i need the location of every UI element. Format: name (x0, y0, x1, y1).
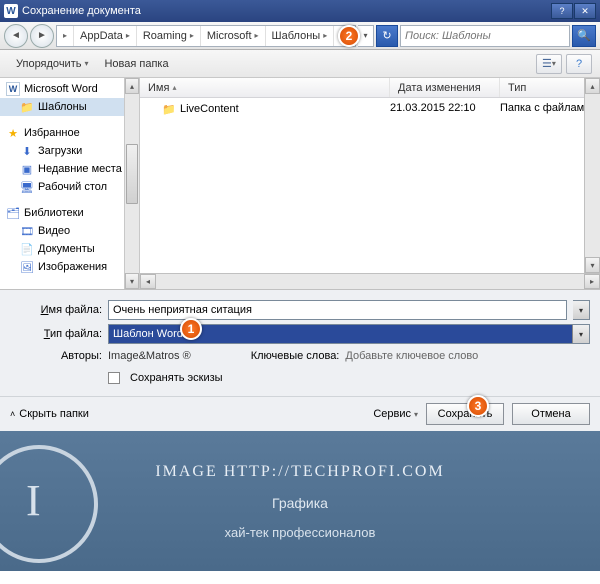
tree-item-templates[interactable]: 📁Шаблоны (0, 98, 139, 116)
list-hscrollbar[interactable]: ◂ ▸ (140, 273, 600, 289)
window-title: Сохранение документа (22, 5, 550, 17)
help-button[interactable]: ? (566, 54, 592, 74)
cancel-button[interactable]: Отмена (512, 403, 590, 425)
tree-item-documents[interactable]: 📄Документы (0, 240, 139, 258)
sort-asc-icon: ▴ (172, 83, 176, 92)
view-options-button[interactable]: ☰ ▾ (536, 54, 562, 74)
breadcrumb-item[interactable]: Microsoft▸ (201, 26, 266, 46)
breadcrumb-root[interactable]: ▸ (57, 26, 74, 46)
chevron-down-icon: ▾ (552, 59, 556, 68)
column-headers: Имя▴ Дата изменения Тип (140, 78, 600, 98)
image-icon: 🖼 (20, 260, 34, 274)
dialog-action-bar: ˄ Скрыть папки Сервис ▾ Сохранить Отмена (0, 396, 600, 431)
tree-item-desktop[interactable]: 🖥Рабочий стол (0, 178, 139, 196)
file-browser-body: WMicrosoft Word 📁Шаблоны ★Избранное ⬇Заг… (0, 78, 600, 290)
scroll-thumb[interactable] (126, 144, 138, 204)
libraries-icon: 🗂 (6, 206, 20, 220)
keywords-label: Ключевые слова: (251, 350, 340, 362)
breadcrumb[interactable]: ▸ AppData▸ Roaming▸ Microsoft▸ Шаблоны▸ (56, 25, 356, 47)
filename-dropdown[interactable]: ▾ (573, 300, 590, 320)
scroll-up-icon[interactable]: ▴ (125, 78, 139, 94)
new-folder-button[interactable]: Новая папка (96, 55, 176, 73)
chevron-down-icon: ▾ (414, 410, 418, 419)
chevron-right-icon: ▸ (255, 31, 259, 40)
scroll-down-icon[interactable]: ▾ (125, 273, 139, 289)
star-icon: ★ (6, 126, 20, 140)
window-titlebar: W Сохранение документа ? ✕ (0, 0, 600, 22)
annotation-marker-3: 3 (467, 395, 489, 417)
folder-icon: 📁 (20, 100, 34, 114)
tree-item-favorites[interactable]: ★Избранное (0, 124, 139, 142)
save-dialog-window: 1 2 3 W Сохранение документа ? ✕ ◄ ► ▸ A… (0, 0, 600, 571)
watermark-line2: Графика (272, 495, 328, 511)
column-date[interactable]: Дата изменения (390, 78, 500, 97)
filename-label: Имя файла: (10, 304, 102, 316)
hide-folders-toggle[interactable]: ˄ Скрыть папки (10, 408, 89, 420)
navigation-tree: WMicrosoft Word 📁Шаблоны ★Избранное ⬇Заг… (0, 78, 140, 289)
chevron-down-icon: ▾ (84, 59, 88, 68)
watermark-footer: I IMAGE HTTP://TECHPROFI.COM Графика хай… (0, 431, 600, 571)
refresh-button[interactable]: ↻ (376, 25, 398, 47)
breadcrumb-history-dropdown[interactable]: ▾ (358, 25, 374, 47)
organize-menu[interactable]: Упорядочить ▾ (8, 55, 96, 73)
chevron-right-icon: ▸ (190, 31, 194, 40)
window-close-button[interactable]: ✕ (574, 3, 596, 19)
filename-input[interactable] (108, 300, 567, 320)
breadcrumb-item[interactable]: Шаблоны▸ (266, 26, 335, 46)
save-form: Имя файла: ▾ Тип файла: Шаблон Word ▾ Ав… (0, 290, 600, 396)
chevron-down-icon: ▾ (572, 325, 589, 343)
list-item-date: 21.03.2015 22:10 (390, 102, 500, 116)
scroll-up-icon[interactable]: ▴ (585, 78, 600, 94)
desktop-icon: 🖥 (20, 180, 34, 194)
chevron-right-icon: ▸ (323, 31, 327, 40)
breadcrumb-item[interactable]: AppData▸ (74, 26, 137, 46)
recent-icon: ▣ (20, 162, 34, 176)
save-thumbnails-checkbox[interactable] (108, 372, 120, 384)
search-input[interactable] (400, 25, 570, 47)
annotation-marker-1: 1 (180, 318, 202, 340)
keywords-placeholder[interactable]: Добавьте ключевое слово (345, 350, 478, 362)
scroll-left-icon[interactable]: ◂ (140, 274, 156, 289)
save-thumbnails-label: Сохранять эскизы (130, 372, 223, 384)
filetype-label: Тип файла: (10, 328, 102, 340)
tree-item-recent[interactable]: ▣Недавние места (0, 160, 139, 178)
tree-item-images[interactable]: 🖼Изображения (0, 258, 139, 276)
window-help-button[interactable]: ? (551, 3, 573, 19)
watermark-logo-icon: I (26, 475, 41, 526)
nav-back-button[interactable]: ◄ (4, 24, 28, 48)
watermark-line3: хай-тек профессионалов (225, 525, 376, 540)
word-app-icon: W (4, 4, 18, 18)
column-name[interactable]: Имя▴ (140, 78, 390, 97)
document-icon: 📄 (20, 242, 34, 256)
tree-scrollbar[interactable]: ▴ ▾ (124, 78, 140, 289)
downloads-icon: ⬇ (20, 144, 34, 158)
list-item[interactable]: 📁LiveContent 21.03.2015 22:10 Папка с фа… (140, 98, 600, 120)
tree-item-videos[interactable]: 🎞Видео (0, 222, 139, 240)
scroll-right-icon[interactable]: ▸ (584, 274, 600, 289)
tools-menu[interactable]: Сервис ▾ (373, 408, 418, 420)
folder-icon: 📁 (162, 102, 176, 116)
word-app-icon: W (6, 82, 20, 96)
chevron-up-icon: ˄ (10, 409, 15, 419)
watermark-url: IMAGE HTTP://TECHPROFI.COM (155, 463, 444, 481)
search-button[interactable]: 🔍 (572, 25, 596, 47)
authors-value[interactable]: Image&Matros ® (108, 350, 191, 362)
address-bar: ◄ ► ▸ AppData▸ Roaming▸ Microsoft▸ Шабло… (0, 22, 600, 50)
tree-item-word[interactable]: WMicrosoft Word (0, 80, 139, 98)
annotation-marker-2: 2 (338, 25, 360, 47)
nav-forward-button[interactable]: ► (30, 24, 54, 48)
file-list: Имя▴ Дата изменения Тип 📁LiveContent 21.… (140, 78, 600, 289)
scroll-down-icon[interactable]: ▾ (585, 257, 600, 273)
tree-item-downloads[interactable]: ⬇Загрузки (0, 142, 139, 160)
video-icon: 🎞 (20, 224, 34, 238)
tree-item-libraries[interactable]: 🗂Библиотеки (0, 204, 139, 222)
toolbar: Упорядочить ▾ Новая папка ☰ ▾ ? (0, 50, 600, 78)
chevron-right-icon: ▸ (126, 31, 130, 40)
authors-label: Авторы: (10, 350, 102, 362)
breadcrumb-item[interactable]: Roaming▸ (137, 26, 201, 46)
list-vscrollbar[interactable]: ▴ ▾ (584, 78, 600, 273)
save-button[interactable]: Сохранить (426, 403, 504, 425)
chevron-right-icon: ▸ (63, 31, 67, 40)
